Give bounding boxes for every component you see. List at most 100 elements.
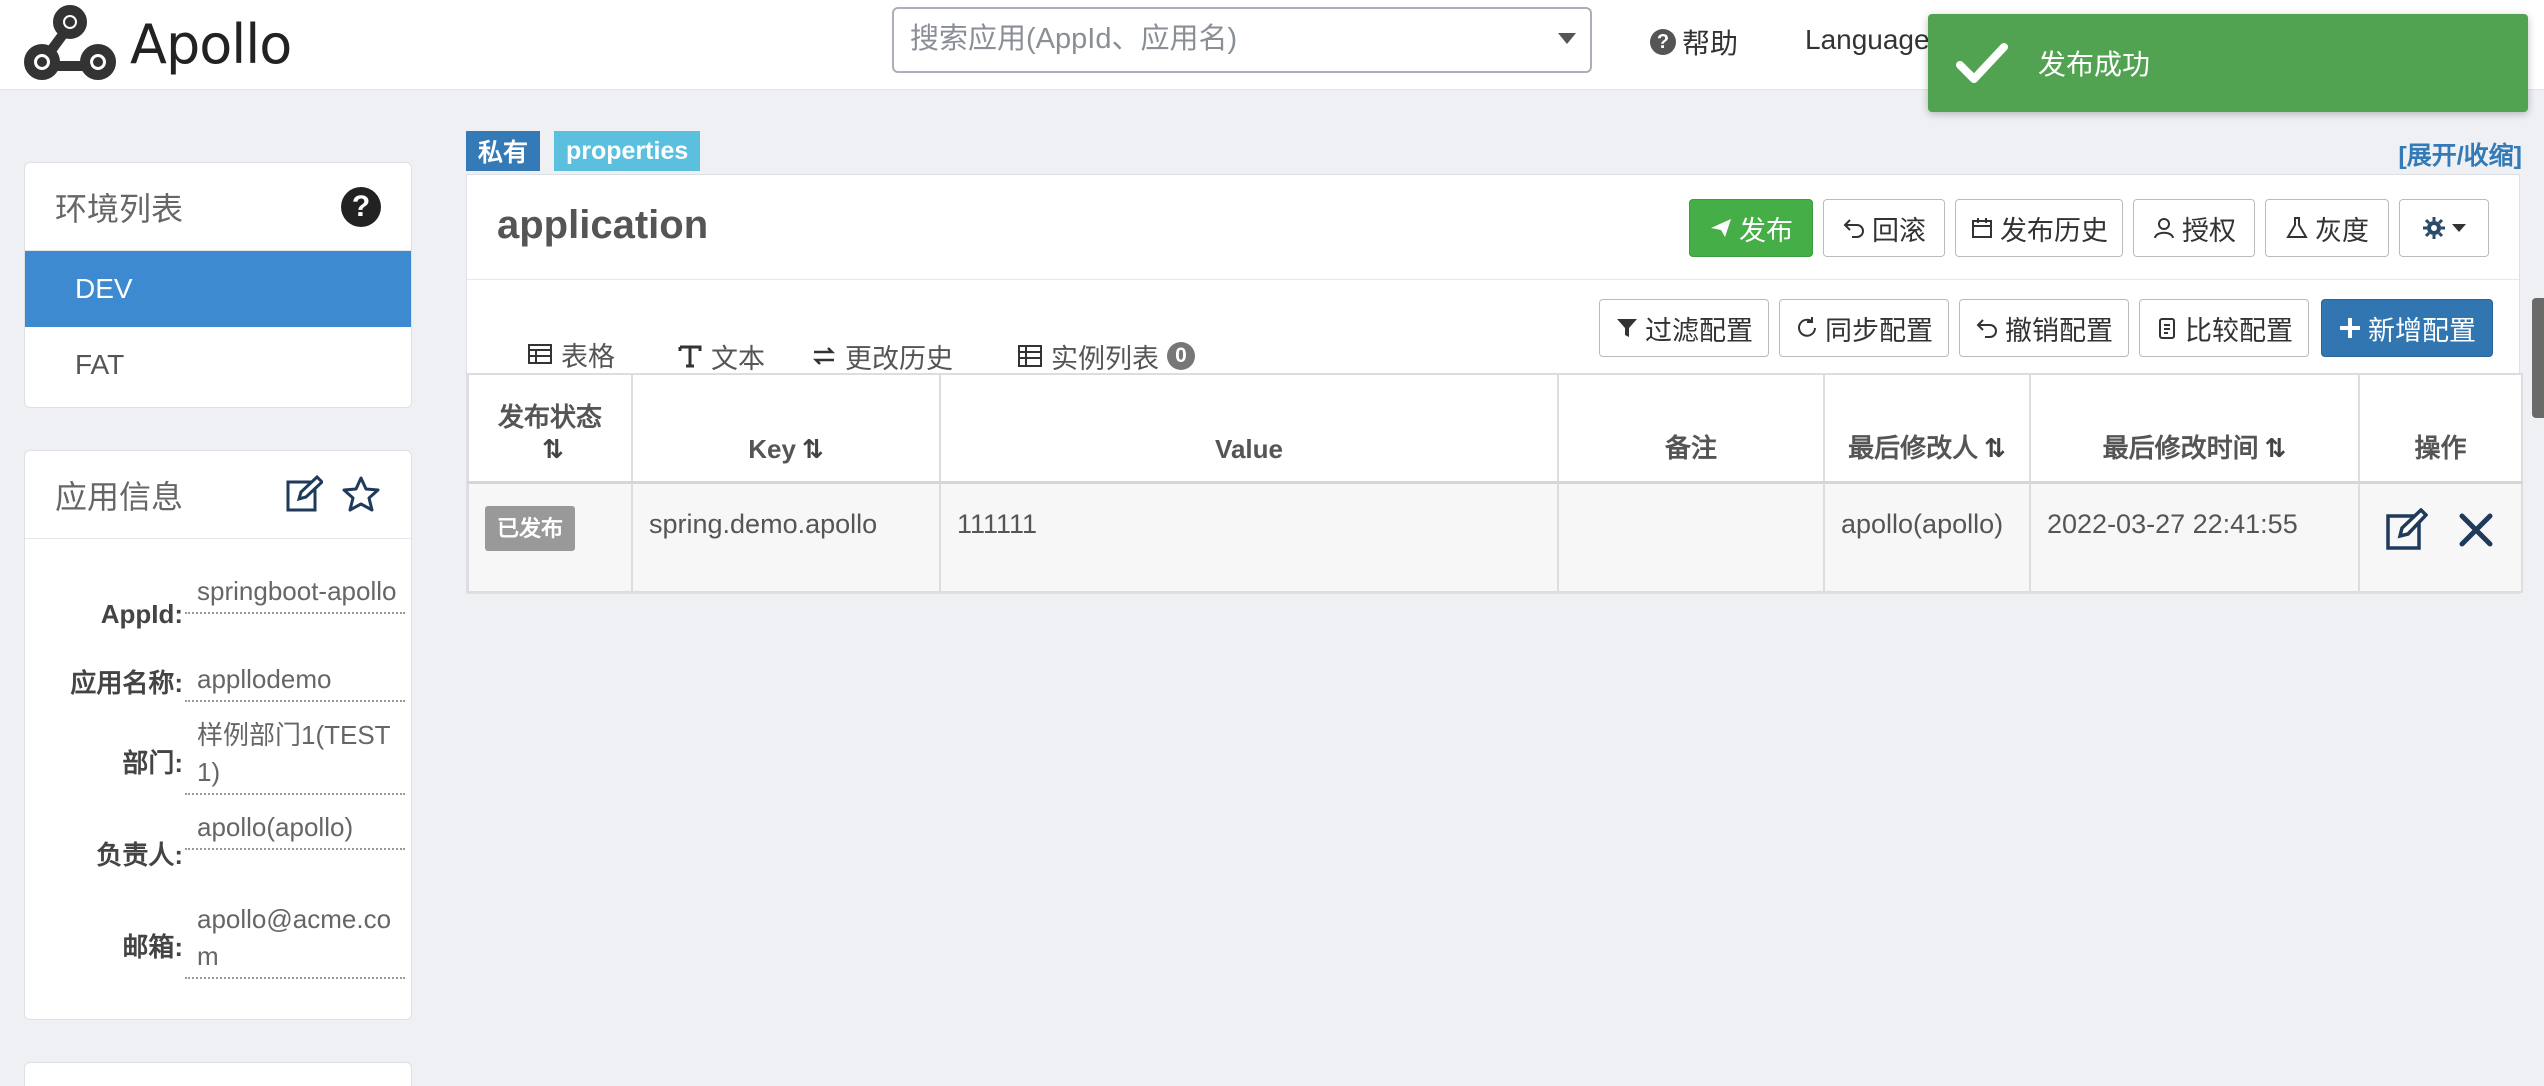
info-value: 样例部门1(TEST1) (185, 717, 405, 795)
col-header-status[interactable]: 发布状态 ⇅ (467, 373, 633, 484)
apollo-logo-icon (24, 5, 116, 80)
cell-modified-time: 2022-03-27 22:41:55 (2029, 481, 2360, 593)
info-label: 邮箱: (122, 932, 183, 962)
sync-config-label: 同步配置 (1825, 315, 1933, 346)
flask-icon (2286, 217, 2308, 238)
star-icon[interactable] (341, 475, 381, 513)
col-header-value: Value (939, 373, 1559, 484)
info-value: springboot-apollo (185, 573, 405, 614)
env-list-panel: 环境列表 ? DEV FAT (24, 162, 412, 408)
publish-label: 发布 (1739, 215, 1793, 246)
cell-actions (2358, 481, 2523, 593)
sync-config-button[interactable]: 同步配置 (1779, 299, 1949, 357)
namespace-title: application (497, 203, 709, 247)
language-dropdown[interactable]: Language (1805, 24, 1930, 56)
release-history-button[interactable]: 发布历史 (1955, 199, 2123, 257)
publish-button[interactable]: 发布 (1689, 199, 1813, 257)
info-label: 应用名称: (70, 668, 183, 698)
gray-release-button[interactable]: 灰度 (2265, 199, 2389, 257)
question-circle-icon: ? (1650, 29, 1676, 55)
col-header-comment-label: 备注 (1664, 432, 1717, 463)
sort-icon[interactable]: ⇅ (802, 434, 824, 464)
tab-text-label: 文本 (711, 343, 765, 374)
toast-message: 发布成功 (2038, 49, 2151, 80)
expand-collapse-link[interactable]: [展开/收缩] (2398, 136, 2522, 172)
help-link[interactable]: ? 帮助 (1650, 22, 1738, 62)
env-item-dev[interactable]: DEV (25, 251, 411, 327)
send-icon (1711, 219, 1731, 237)
calendar-icon (1972, 218, 1992, 238)
app-info-title: 应用信息 (55, 478, 184, 515)
col-header-modifier-label: 最后修改人 (1848, 432, 1979, 463)
col-header-modifier[interactable]: 最后修改人 ⇅ (1823, 373, 2031, 484)
release-history-label: 发布历史 (2000, 215, 2108, 246)
revoke-config-button[interactable]: 撤销配置 (1959, 299, 2129, 357)
namespace-card: application 发布 回滚 发布历史 授权 灰度 表格 文本 更改历史 … (466, 174, 2523, 594)
chevron-down-icon[interactable] (1558, 33, 1576, 44)
table-row: 已发布 spring.demo.apollo 111111 apollo(apo… (467, 481, 2523, 593)
card-divider (467, 279, 2519, 280)
history-icon (812, 347, 836, 365)
app-search-select[interactable] (892, 7, 1592, 73)
filter-icon (1617, 319, 1637, 337)
undo-icon (1976, 319, 1997, 338)
edit-icon[interactable] (2384, 507, 2428, 552)
logo-text: Apollo (130, 12, 292, 76)
plus-icon (2340, 318, 2360, 338)
col-header-actions-label: 操作 (2414, 432, 2467, 463)
sort-icon[interactable]: ⇅ (1984, 433, 2006, 463)
undo-icon (1843, 219, 1864, 238)
env-list-header: 环境列表 ? (25, 163, 411, 251)
sort-icon[interactable]: ⇅ (542, 434, 564, 464)
cell-status: 已发布 (467, 481, 633, 593)
instance-count-badge: 0 (1167, 342, 1195, 370)
instance-icon (1018, 345, 1042, 367)
format-tag: properties (554, 131, 701, 171)
help-label: 帮助 (1682, 28, 1739, 59)
text-icon (678, 345, 702, 368)
app-search-input[interactable] (894, 9, 1514, 69)
add-config-label: 新增配置 (2368, 315, 2476, 346)
success-toast[interactable]: 发布成功 (1928, 14, 2528, 112)
close-icon[interactable] (2454, 508, 2498, 552)
tab-change-history-label: 更改历史 (845, 343, 953, 374)
col-header-key-label: Key (748, 433, 796, 464)
table-icon (528, 344, 552, 364)
env-item-fat[interactable]: FAT (25, 327, 411, 403)
cell-value: 111111 (939, 481, 1559, 593)
authorize-button[interactable]: 授权 (2133, 199, 2255, 257)
info-label: 负责人: (96, 840, 183, 870)
add-config-button[interactable]: 新增配置 (2321, 299, 2493, 357)
sort-icon[interactable]: ⇅ (2265, 433, 2287, 463)
caret-down-icon (2452, 224, 2466, 232)
gear-icon (2423, 217, 2445, 239)
col-header-key[interactable]: Key ⇅ (631, 373, 941, 484)
cell-key: spring.demo.apollo (631, 481, 941, 593)
col-header-modified-time-label: 最后修改时间 (2102, 432, 2259, 463)
side-scroll-handle[interactable] (2532, 298, 2544, 418)
rollback-label: 回滚 (1872, 215, 1926, 246)
private-tag: 私有 (466, 131, 541, 171)
table-header-row: 发布状态 ⇅ Key ⇅ Value 备注 最后修改人 ⇅ 最后修改时间 ⇅ 操作 (467, 373, 2523, 484)
apollo-logo[interactable]: Apollo (20, 2, 292, 86)
info-value: apollo(apollo) (185, 809, 405, 850)
app-info-header: 应用信息 (25, 451, 411, 539)
compare-config-button[interactable]: 比较配置 (2139, 299, 2309, 357)
filter-config-button[interactable]: 过滤配置 (1599, 299, 1769, 357)
env-list-title: 环境列表 (55, 190, 184, 227)
published-badge: 已发布 (485, 505, 576, 551)
tab-instance-list-label: 实例列表 (1051, 343, 1159, 374)
settings-dropdown-button[interactable] (2399, 199, 2489, 257)
col-header-modified-time[interactable]: 最后修改时间 ⇅ (2029, 373, 2360, 484)
question-circle-icon[interactable]: ? (341, 187, 381, 227)
gray-release-label: 灰度 (2315, 215, 2369, 246)
config-table: 发布状态 ⇅ Key ⇅ Value 备注 最后修改人 ⇅ 最后修改时间 ⇅ 操作 已发… (467, 373, 2523, 593)
cell-comment (1557, 481, 1825, 593)
edit-icon[interactable] (285, 475, 323, 513)
revoke-config-label: 撤销配置 (2005, 315, 2113, 346)
col-header-comment: 备注 (1557, 373, 1825, 484)
rollback-button[interactable]: 回滚 (1823, 199, 1945, 257)
authorize-label: 授权 (2182, 215, 2236, 246)
filter-config-label: 过滤配置 (1645, 315, 1753, 346)
copy-icon (2159, 318, 2175, 339)
